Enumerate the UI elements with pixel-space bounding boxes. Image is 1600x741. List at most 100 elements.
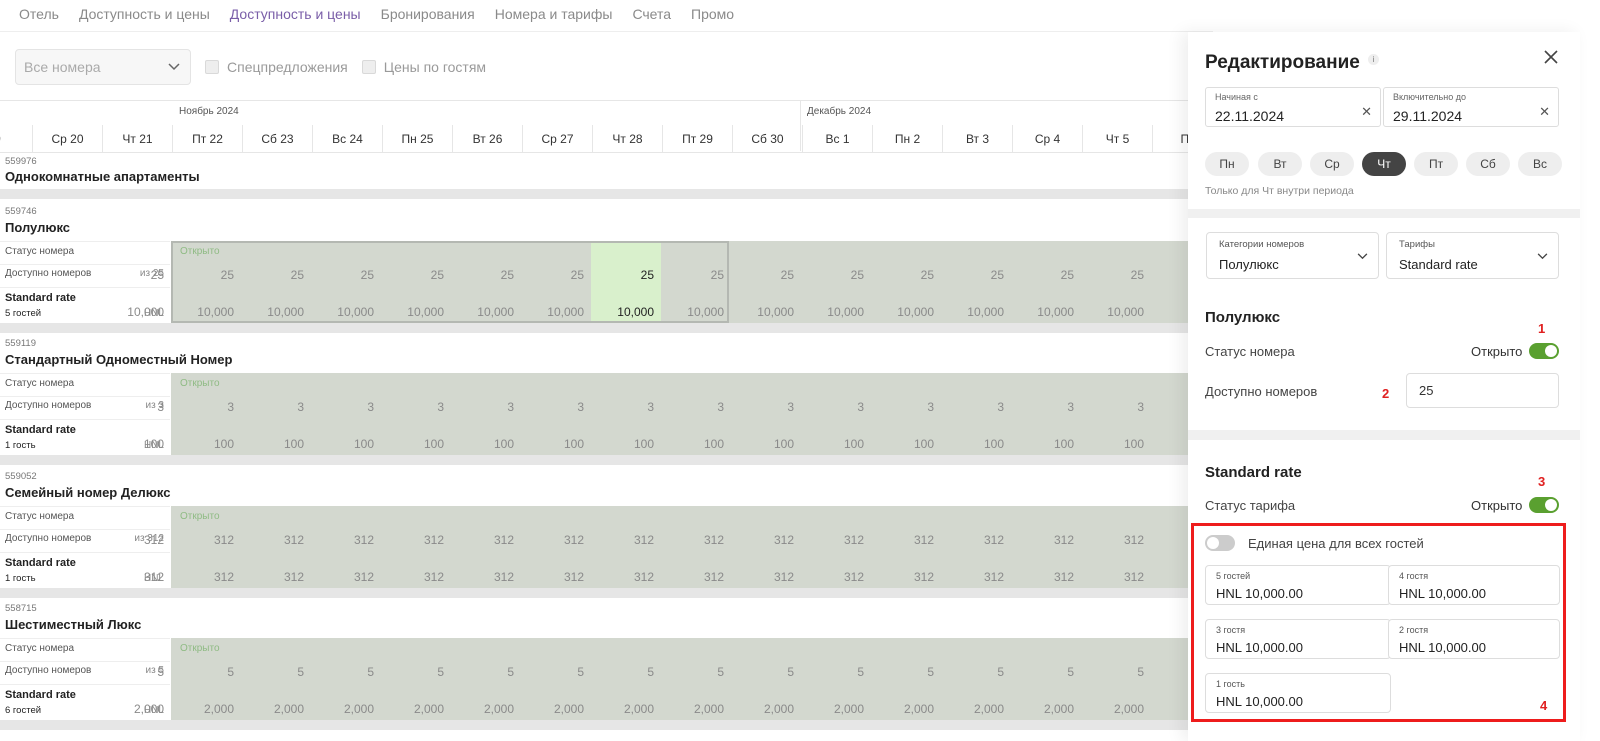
price-cell[interactable]: 100 <box>1082 437 1152 451</box>
available-cell[interactable]: 5 <box>732 665 802 679</box>
weekday-pill[interactable]: Пн <box>1205 152 1249 176</box>
available-cell[interactable]: 5 <box>1012 665 1082 679</box>
nav-rooms-rates[interactable]: Номера и тарифы <box>495 6 613 22</box>
price-cell[interactable]: 100 <box>942 437 1012 451</box>
price-cell[interactable]: 2,000 <box>102 702 172 716</box>
price-cell[interactable]: 100 <box>802 437 872 451</box>
available-cell[interactable]: 5 <box>172 665 242 679</box>
price-cell[interactable]: 2,000 <box>872 702 942 716</box>
price-cell[interactable]: 10,000 <box>592 305 662 319</box>
available-cell[interactable]: 312 <box>942 533 1012 547</box>
price-cell[interactable]: 312 <box>592 570 662 584</box>
available-cell[interactable]: 5 <box>662 665 732 679</box>
available-cell[interactable]: 25 <box>872 268 942 282</box>
nav-invoices[interactable]: Счета <box>632 6 671 22</box>
available-cell[interactable]: 25 <box>592 268 662 282</box>
price-cell[interactable]: 100 <box>242 437 312 451</box>
price-cell[interactable]: 10,000 <box>382 305 452 319</box>
available-cell[interactable]: 25 <box>732 268 802 282</box>
available-cell[interactable]: 3 <box>592 400 662 414</box>
price-cell[interactable]: 100 <box>452 437 522 451</box>
available-cell[interactable]: 25 <box>522 268 592 282</box>
price-cell[interactable]: 312 <box>732 570 802 584</box>
available-cell[interactable]: 312 <box>102 533 172 547</box>
price-cell[interactable]: 2,000 <box>1012 702 1082 716</box>
available-cell[interactable]: 312 <box>452 533 522 547</box>
price-cell[interactable]: 100 <box>872 437 942 451</box>
price-cell[interactable]: 312 <box>312 570 382 584</box>
available-cell[interactable]: 312 <box>872 533 942 547</box>
available-cell[interactable]: 25 <box>662 268 732 282</box>
available-cell[interactable]: 3 <box>872 400 942 414</box>
price-cell[interactable]: 10,000 <box>102 305 172 319</box>
weekday-pill[interactable]: Пт <box>1414 152 1458 176</box>
price-cell[interactable]: 312 <box>872 570 942 584</box>
clear-start-date-icon[interactable]: ✕ <box>1361 104 1372 120</box>
guest-prices-checkbox[interactable]: Цены по гостям <box>361 59 486 75</box>
available-cell[interactable]: 3 <box>1012 400 1082 414</box>
available-cell[interactable]: 312 <box>662 533 732 547</box>
rate-status-toggle[interactable] <box>1529 497 1559 513</box>
available-cell[interactable]: 5 <box>522 665 592 679</box>
price-cell[interactable]: 100 <box>522 437 592 451</box>
price-cell[interactable]: 10,000 <box>242 305 312 319</box>
weekday-pill[interactable]: Вт <box>1258 152 1302 176</box>
price-cell[interactable]: 2,000 <box>172 702 242 716</box>
available-cell[interactable]: 5 <box>802 665 872 679</box>
available-cell[interactable]: 3 <box>102 400 172 414</box>
start-date-field[interactable]: Начиная с 22.11.2024 ✕ <box>1205 87 1381 127</box>
price-cell[interactable]: 2,000 <box>662 702 732 716</box>
price-cell[interactable]: 2,000 <box>732 702 802 716</box>
price-cell[interactable]: 100 <box>312 437 382 451</box>
available-cell[interactable]: 25 <box>1012 268 1082 282</box>
available-cell[interactable]: 25 <box>172 268 242 282</box>
available-cell[interactable]: 312 <box>732 533 802 547</box>
price-cell[interactable]: 100 <box>172 437 242 451</box>
available-cell[interactable]: 25 <box>942 268 1012 282</box>
nav-availability-prices-active[interactable]: Доступность и цены <box>230 6 361 22</box>
price-cell[interactable]: 10,000 <box>872 305 942 319</box>
available-cell[interactable]: 3 <box>662 400 732 414</box>
available-cell[interactable]: 312 <box>312 533 382 547</box>
room-status-toggle[interactable] <box>1529 343 1559 359</box>
price-cell[interactable]: 2,000 <box>1082 702 1152 716</box>
clear-end-date-icon[interactable]: ✕ <box>1539 104 1550 120</box>
price-cell[interactable]: 312 <box>102 570 172 584</box>
available-cell[interactable]: 312 <box>172 533 242 547</box>
weekday-pill[interactable]: Ср <box>1310 152 1354 176</box>
nav-bookings[interactable]: Бронирования <box>381 6 475 22</box>
available-cell[interactable]: 5 <box>872 665 942 679</box>
weekday-pill[interactable]: Вс <box>1518 152 1562 176</box>
price-cell[interactable]: 2,000 <box>942 702 1012 716</box>
price-cell[interactable]: 10,000 <box>172 305 242 319</box>
info-icon[interactable]: i <box>1368 54 1379 65</box>
price-cell[interactable]: 2,000 <box>452 702 522 716</box>
tariff-select[interactable]: Тарифы Standard rate <box>1386 232 1559 279</box>
weekday-pill[interactable]: Чт <box>1362 152 1406 176</box>
price-cell[interactable]: 100 <box>662 437 732 451</box>
available-cell[interactable]: 312 <box>382 533 452 547</box>
price-cell[interactable]: 10,000 <box>312 305 382 319</box>
nav-promo[interactable]: Промо <box>691 6 734 22</box>
available-cell[interactable]: 5 <box>382 665 452 679</box>
available-cell[interactable]: 25 <box>102 268 172 282</box>
available-cell[interactable]: 25 <box>1082 268 1152 282</box>
available-cell[interactable]: 3 <box>452 400 522 414</box>
available-cell[interactable]: 25 <box>242 268 312 282</box>
price-cell[interactable]: 100 <box>592 437 662 451</box>
available-cell[interactable]: 25 <box>312 268 382 282</box>
price-cell[interactable]: 312 <box>522 570 592 584</box>
available-cell[interactable]: 312 <box>242 533 312 547</box>
available-cell[interactable]: 3 <box>942 400 1012 414</box>
available-cell[interactable]: 3 <box>732 400 802 414</box>
available-cell[interactable]: 312 <box>1082 533 1152 547</box>
price-cell[interactable]: 312 <box>1012 570 1082 584</box>
available-cell[interactable]: 25 <box>382 268 452 282</box>
price-cell[interactable]: 2,000 <box>592 702 662 716</box>
available-cell[interactable]: 312 <box>522 533 592 547</box>
room-filter-select[interactable]: Все номера <box>15 49 191 85</box>
price-cell[interactable]: 10,000 <box>802 305 872 319</box>
available-cell[interactable]: 5 <box>312 665 382 679</box>
price-cell[interactable]: 100 <box>382 437 452 451</box>
price-cell[interactable]: 10,000 <box>662 305 732 319</box>
